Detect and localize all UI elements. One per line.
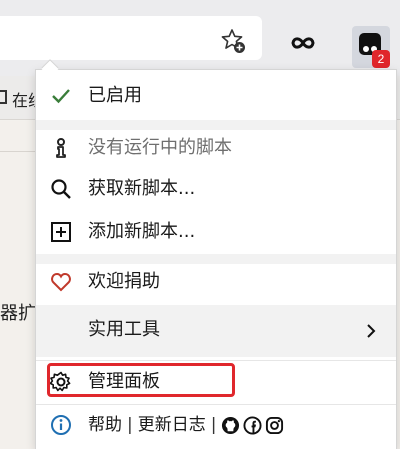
bookmark-folder-icon	[0, 90, 7, 104]
menu-footer: 帮助 | 更新日志 |	[36, 404, 396, 446]
facebook-icon[interactable]	[243, 415, 262, 435]
footer-links: 帮助 | 更新日志 |	[88, 413, 287, 437]
heart-icon	[50, 271, 72, 293]
footer-divider: |	[127, 415, 133, 435]
changelog-link[interactable]: 更新日志	[138, 413, 206, 437]
page-divider	[0, 151, 40, 152]
chevron-right-icon	[364, 323, 378, 339]
bookmark-star-add-icon[interactable]	[220, 28, 246, 54]
browser-toolbar: 2	[0, 0, 400, 76]
menu-item-label: 没有运行中的脚本	[88, 137, 232, 158]
menu-item-label: 获取新脚本...	[88, 178, 196, 199]
page-text-fragment: 器扩	[0, 303, 36, 324]
menu-item-label: 欢迎捐助	[88, 271, 160, 292]
check-icon	[50, 85, 72, 107]
menu-item-donate[interactable]: 欢迎捐助	[36, 262, 396, 302]
info-circle-icon	[50, 414, 72, 436]
menu-item-add-script[interactable]: 添加新脚本...	[36, 212, 396, 252]
userscript-extension-button[interactable]: 2	[352, 26, 390, 68]
instagram-icon[interactable]	[265, 416, 284, 435]
menu-item-enabled[interactable]: 已启用	[36, 76, 396, 116]
search-icon	[50, 178, 72, 200]
menu-item-no-scripts: 没有运行中的脚本	[36, 128, 396, 168]
infinity-extension-icon[interactable]	[288, 34, 318, 52]
help-link[interactable]: 帮助	[88, 413, 122, 437]
menu-item-label: 添加新脚本...	[88, 221, 196, 242]
menu-separator	[36, 360, 396, 361]
menu-item-get-scripts[interactable]: 获取新脚本...	[36, 169, 396, 209]
info-figure-icon	[50, 137, 72, 159]
footer-divider: |	[210, 415, 217, 435]
dashboard-highlight-box	[47, 363, 235, 397]
github-icon[interactable]	[221, 416, 240, 435]
menu-item-utilities[interactable]: 实用工具	[36, 305, 396, 357]
menu-item-label: 实用工具	[88, 319, 160, 340]
menu-item-label: 已启用	[88, 85, 142, 106]
script-count-badge: 2	[372, 50, 390, 68]
plus-box-icon	[50, 221, 72, 243]
